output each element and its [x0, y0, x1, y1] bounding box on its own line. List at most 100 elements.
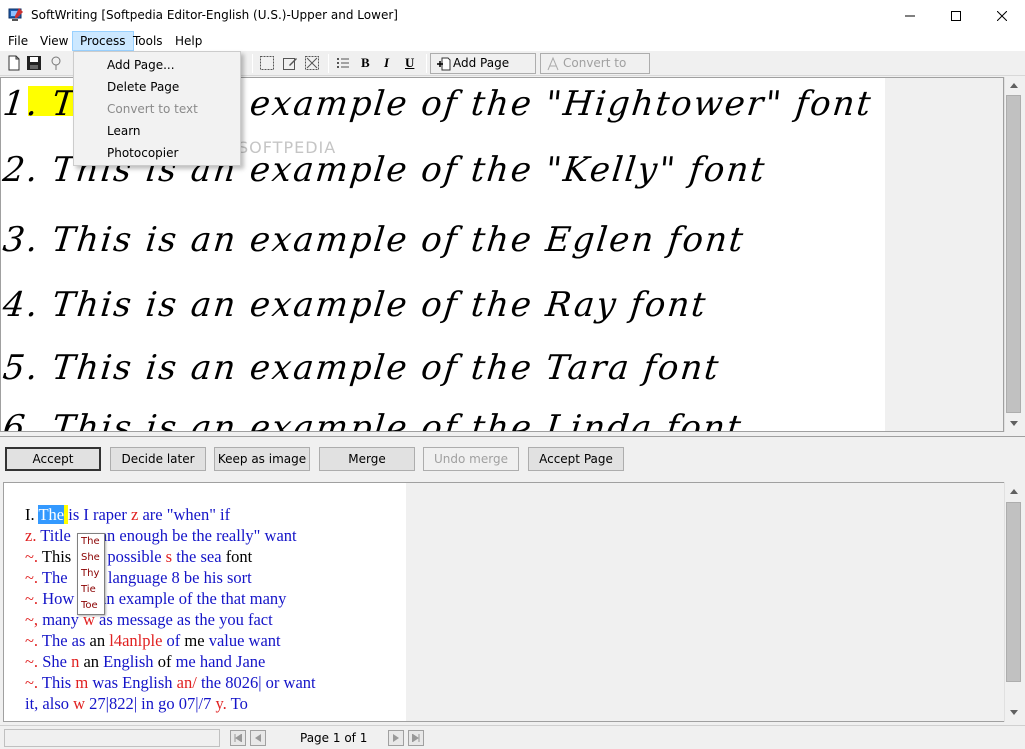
delete-frame-icon[interactable] [304, 55, 320, 71]
recognized-word[interactable]: the sea [172, 547, 226, 566]
recognized-line[interactable]: ~. She n an English of me hand Jane [25, 652, 265, 672]
recognized-word[interactable]: of [162, 631, 184, 650]
recognized-word[interactable]: z. [25, 526, 36, 545]
menu-item-delete-page[interactable]: Delete Page [107, 80, 179, 94]
undo-merge-button[interactable]: Undo merge [423, 447, 519, 471]
scanner-icon[interactable] [48, 55, 64, 71]
accept-button[interactable]: Accept [5, 447, 101, 471]
menu-file[interactable]: File [1, 31, 35, 51]
menu-item-photocopier[interactable]: Photocopier [107, 146, 178, 160]
recognized-word[interactable]: The [38, 505, 65, 524]
recognized-word[interactable]: To [227, 694, 248, 713]
recognized-word[interactable]: The as [38, 631, 89, 650]
recognized-word[interactable]: me hand Jane [171, 652, 266, 671]
menu-help[interactable]: Help [168, 31, 209, 51]
italic-button[interactable]: I [384, 55, 389, 71]
suggestion-item[interactable]: Tie [78, 582, 104, 598]
first-page-button[interactable] [230, 730, 246, 746]
recognized-word[interactable]: ~. [25, 673, 38, 692]
menu-item-convert-to-text[interactable]: Convert to text [107, 102, 198, 116]
recognized-line[interactable]: ~. The a language 8 be his sort [25, 568, 252, 588]
edit-frame-icon[interactable] [282, 55, 298, 71]
menu-process[interactable]: Process [72, 31, 134, 51]
recognized-word[interactable]: The [38, 568, 72, 587]
scroll-up-arrow-icon[interactable] [1005, 483, 1022, 500]
recognized-word[interactable]: of [158, 652, 172, 671]
merge-button[interactable]: Merge [319, 447, 415, 471]
recognized-line[interactable]: ~. The as an l4anlple of me value want [25, 631, 281, 651]
previous-page-button[interactable] [250, 730, 266, 746]
image-vertical-scrollbar[interactable] [1004, 77, 1022, 432]
keep-as-image-button[interactable]: Keep as image [214, 447, 310, 471]
recognized-line[interactable]: I. The is I raper z are "when" if [25, 505, 230, 525]
menu-tools[interactable]: Tools [126, 31, 170, 51]
save-icon[interactable] [26, 55, 42, 71]
scroll-down-arrow-icon[interactable] [1005, 415, 1022, 432]
recognized-word[interactable]: m [75, 673, 88, 692]
recognized-word[interactable]: ~. [25, 547, 38, 566]
scrollbar-thumb[interactable] [1006, 95, 1021, 413]
new-document-icon[interactable] [6, 55, 22, 71]
recognized-word[interactable]: This [38, 547, 71, 566]
recognized-word[interactable]: English [103, 652, 158, 671]
scrollbar-thumb[interactable] [1006, 502, 1021, 682]
text-vertical-scrollbar[interactable] [1004, 482, 1022, 722]
recognized-line[interactable]: ~. How an example of the that many [25, 589, 286, 609]
recognized-word[interactable]: ~. [25, 631, 38, 650]
recognized-word[interactable]: an [90, 631, 106, 650]
recognized-word[interactable]: as message as the you fact [95, 610, 273, 629]
underline-button[interactable]: U [405, 55, 414, 71]
recognized-word[interactable]: a possible [96, 547, 166, 566]
recognized-word[interactable]: are "when" if [138, 505, 230, 524]
recognized-word[interactable]: me [184, 631, 204, 650]
recognized-word[interactable]: How [38, 589, 74, 608]
menu-view[interactable]: View [33, 31, 75, 51]
list-icon[interactable] [335, 55, 351, 71]
recognized-word[interactable]: l4anlple [109, 631, 162, 650]
recognized-line[interactable]: z. Title an enough be the really" want [25, 526, 297, 546]
suggestion-item[interactable]: Toe [78, 598, 104, 614]
add-page-button[interactable]: Add Page [430, 53, 536, 74]
recognized-line[interactable]: ~, many w as message as the you fact [25, 610, 273, 630]
maximize-button[interactable] [933, 0, 979, 31]
last-page-button[interactable] [408, 730, 424, 746]
recognized-word[interactable]: font [226, 547, 253, 566]
close-button[interactable] [979, 0, 1025, 31]
accept-page-button[interactable]: Accept Page [528, 447, 624, 471]
recognized-word[interactable]: w [73, 694, 85, 713]
recognized-word[interactable]: ~, [25, 610, 38, 629]
recognized-word[interactable]: This [38, 673, 75, 692]
frame-icon[interactable] [259, 55, 275, 71]
recognized-word[interactable]: ~. [25, 589, 38, 608]
recognized-line[interactable]: ~. This a possible s the sea font [25, 547, 252, 567]
recognized-word[interactable]: Title [36, 526, 75, 545]
recognized-word[interactable]: ~. [25, 652, 38, 671]
recognized-word[interactable]: an example of the that many [99, 589, 286, 608]
menu-item-learn[interactable]: Learn [107, 124, 141, 138]
recognized-word[interactable]: an enough be the really" want [100, 526, 297, 545]
next-page-button[interactable] [388, 730, 404, 746]
decide-later-button[interactable]: Decide later [110, 447, 206, 471]
recognized-word[interactable]: She [38, 652, 71, 671]
menu-item-add-page[interactable]: Add Page... [107, 58, 175, 72]
recognized-word[interactable]: value want [205, 631, 281, 650]
recognized-word[interactable]: was English [88, 673, 176, 692]
recognized-word[interactable]: y. [216, 694, 227, 713]
recognized-word[interactable]: is I raper [68, 505, 131, 524]
recognized-line[interactable]: it, also w 27|822| in go 07|/7 y. To [25, 694, 248, 714]
recognized-word[interactable]: an/ [177, 673, 197, 692]
recognized-word[interactable]: 27|822| in go 07|/7 [85, 694, 215, 713]
recognized-word[interactable]: I. [25, 505, 38, 524]
recognized-word[interactable]: an [79, 652, 103, 671]
suggestion-item[interactable]: Thy [78, 566, 104, 582]
recognized-line[interactable]: ~. This m was English an/ the 8026| or w… [25, 673, 316, 693]
minimize-button[interactable] [887, 0, 933, 31]
recognized-word[interactable]: it, also [25, 694, 73, 713]
suggestion-item[interactable]: The [78, 534, 104, 550]
recognized-word[interactable]: a language 8 be his sort [96, 568, 251, 587]
recognized-text-pane[interactable]: I. The is I raper z are "when" if z. Titl… [3, 482, 1021, 722]
convert-to-text-button[interactable]: Convert to text [540, 53, 650, 89]
recognized-word[interactable]: the 8026| or want [197, 673, 316, 692]
suggestion-item[interactable]: She [78, 550, 104, 566]
scroll-down-arrow-icon[interactable] [1005, 704, 1022, 721]
